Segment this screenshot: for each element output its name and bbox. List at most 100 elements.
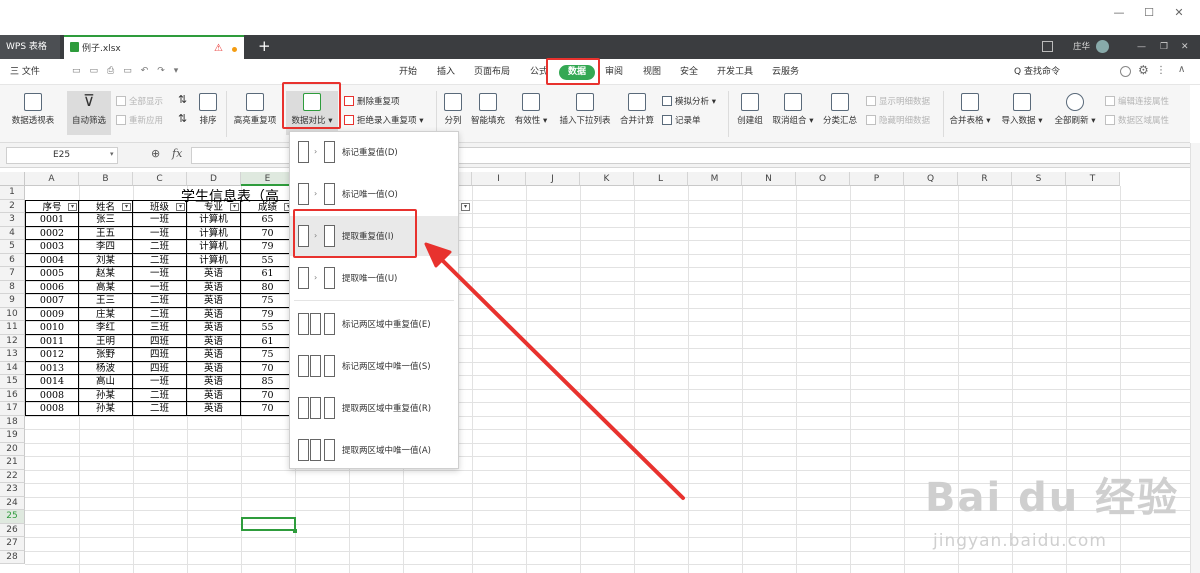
table-cell[interactable]: 0006 [25,280,79,294]
highlight-duplicates-button[interactable]: 高亮重复项 [230,93,280,126]
row-header[interactable]: 6 [0,253,25,267]
table-cell[interactable]: 85 [241,375,295,389]
refresh-all-button[interactable]: 全部刷新 ▾ [1051,93,1099,126]
table-cell[interactable]: 79 [241,307,295,321]
sort-desc-icon[interactable]: ⇅ [178,112,187,125]
table-cell[interactable]: 79 [241,240,295,254]
column-header[interactable]: R [958,172,1012,186]
row-header[interactable]: 3 [0,213,25,227]
table-cell[interactable]: 高某 [79,280,133,294]
table-cell[interactable]: 0012 [25,348,79,362]
column-header[interactable]: L [634,172,688,186]
new-tab-button[interactable]: + [258,35,271,59]
menu-item-extract-two-range-unique[interactable]: 提取两区域中唯一值(A) [290,430,458,470]
table-cell[interactable]: 一班 [133,280,187,294]
table-cell[interactable]: 70 [241,361,295,375]
table-cell[interactable]: 一班 [133,226,187,240]
table-cell[interactable]: 王五 [79,226,133,240]
table-cell[interactable]: 三班 [133,321,187,335]
table-cell[interactable]: 0002 [25,226,79,240]
fill-handle[interactable] [293,529,297,533]
table-cell[interactable]: 0003 [25,240,79,254]
maximize-button[interactable]: ☐ [1142,6,1156,20]
table-cell[interactable]: 高山 [79,375,133,389]
help-icon[interactable] [1120,66,1131,77]
table-cell[interactable]: 王明 [79,334,133,348]
menu-item-mark-duplicates[interactable]: › 标记重复值(D) [290,132,458,172]
column-header[interactable]: Q [904,172,958,186]
row-header[interactable]: 8 [0,280,25,294]
table-cell[interactable]: 孙某 [79,402,133,416]
menu-page-layout[interactable]: 页面布局 [474,59,510,85]
row-header[interactable]: 19 [0,429,25,443]
row-header[interactable]: 28 [0,550,25,564]
row-header[interactable]: 2 [0,199,25,213]
column-header[interactable]: N [742,172,796,186]
chevron-down-icon[interactable]: ▾ [110,150,114,158]
column-header[interactable]: S [1012,172,1066,186]
row-header[interactable]: 25 [0,510,25,524]
row-header[interactable]: 27 [0,537,25,551]
column-header[interactable]: B [79,172,133,186]
table-cell[interactable]: 二班 [133,388,187,402]
autofilter-button[interactable]: ⊽ 自动筛选 [67,91,111,135]
table-cell[interactable]: 0013 [25,361,79,375]
filter-dropdown-icon[interactable]: ▾ [122,202,131,211]
column-header[interactable]: C [133,172,187,186]
table-cell[interactable]: 65 [241,213,295,227]
reapply-button[interactable]: 重新应用 [116,114,163,126]
tab-restore-button[interactable]: ❐ [1160,35,1168,59]
table-cell[interactable]: 二班 [133,294,187,308]
table-cell[interactable]: 王三 [79,294,133,308]
menu-start[interactable]: 开始 [399,59,417,85]
row-header[interactable]: 9 [0,294,25,308]
zoom-icon[interactable]: ⊕ [151,147,160,160]
menu-item-extract-two-range-duplicates[interactable]: 提取两区域中重复值(R) [290,388,458,428]
row-header[interactable]: 10 [0,307,25,321]
filter-dropdown-icon[interactable]: ▾ [461,202,470,211]
hide-detail-button[interactable]: 隐藏明细数据 [866,114,930,126]
table-cell[interactable]: 计算机 [187,240,241,254]
name-box[interactable]: E25 [6,147,118,164]
table-cell[interactable]: 英语 [187,375,241,389]
remove-duplicates-button[interactable]: 删除重复项 [344,95,400,107]
show-all-button[interactable]: 全部显示 [116,95,163,107]
table-cell[interactable]: 计算机 [187,226,241,240]
table-cell[interactable]: 0011 [25,334,79,348]
column-header[interactable]: M [688,172,742,186]
quick-access-toolbar[interactable]: ▭▭⎙▭↶↷▾ [72,66,212,78]
range-properties-button[interactable]: 数据区域属性 [1105,114,1169,126]
table-cell[interactable]: 二班 [133,240,187,254]
row-header[interactable]: 4 [0,226,25,240]
table-cell[interactable]: 0009 [25,307,79,321]
table-cell[interactable]: 英语 [187,348,241,362]
menu-review[interactable]: 审阅 [605,59,623,85]
table-cell[interactable]: 61 [241,267,295,281]
row-header[interactable]: 14 [0,361,25,375]
menu-view[interactable]: 视图 [643,59,661,85]
row-header[interactable]: 15 [0,375,25,389]
table-cell[interactable]: 英语 [187,402,241,416]
subtotal-button[interactable]: 分类汇总 [818,93,862,126]
table-cell[interactable]: 70 [241,388,295,402]
active-cell-e25[interactable] [241,517,296,531]
table-cell[interactable]: 70 [241,226,295,240]
table-cell[interactable]: 75 [241,348,295,362]
row-header[interactable]: 22 [0,469,25,483]
column-header[interactable]: P [850,172,904,186]
column-header[interactable]: J [526,172,580,186]
table-cell[interactable]: 英语 [187,307,241,321]
menu-item-mark-two-range-duplicates[interactable]: 标记两区域中重复值(E) [290,304,458,344]
table-cell[interactable]: 杨波 [79,361,133,375]
column-header[interactable]: I [472,172,526,186]
tablet-icon[interactable] [1042,41,1053,52]
table-cell[interactable]: 英语 [187,267,241,281]
table-cell[interactable]: 赵某 [79,267,133,281]
split-column-button[interactable]: 分列 [440,93,466,126]
search-command[interactable]: Q 查找命令 [1014,59,1060,85]
menu-insert[interactable]: 插入 [437,59,455,85]
tab-file[interactable]: 例子.xlsx ⚠ [64,35,244,59]
reject-duplicates-button[interactable]: 拒绝录入重复项 ▾ [344,114,423,126]
validity-button[interactable]: 有效性 ▾ [511,93,551,126]
table-cell[interactable]: 0005 [25,267,79,281]
